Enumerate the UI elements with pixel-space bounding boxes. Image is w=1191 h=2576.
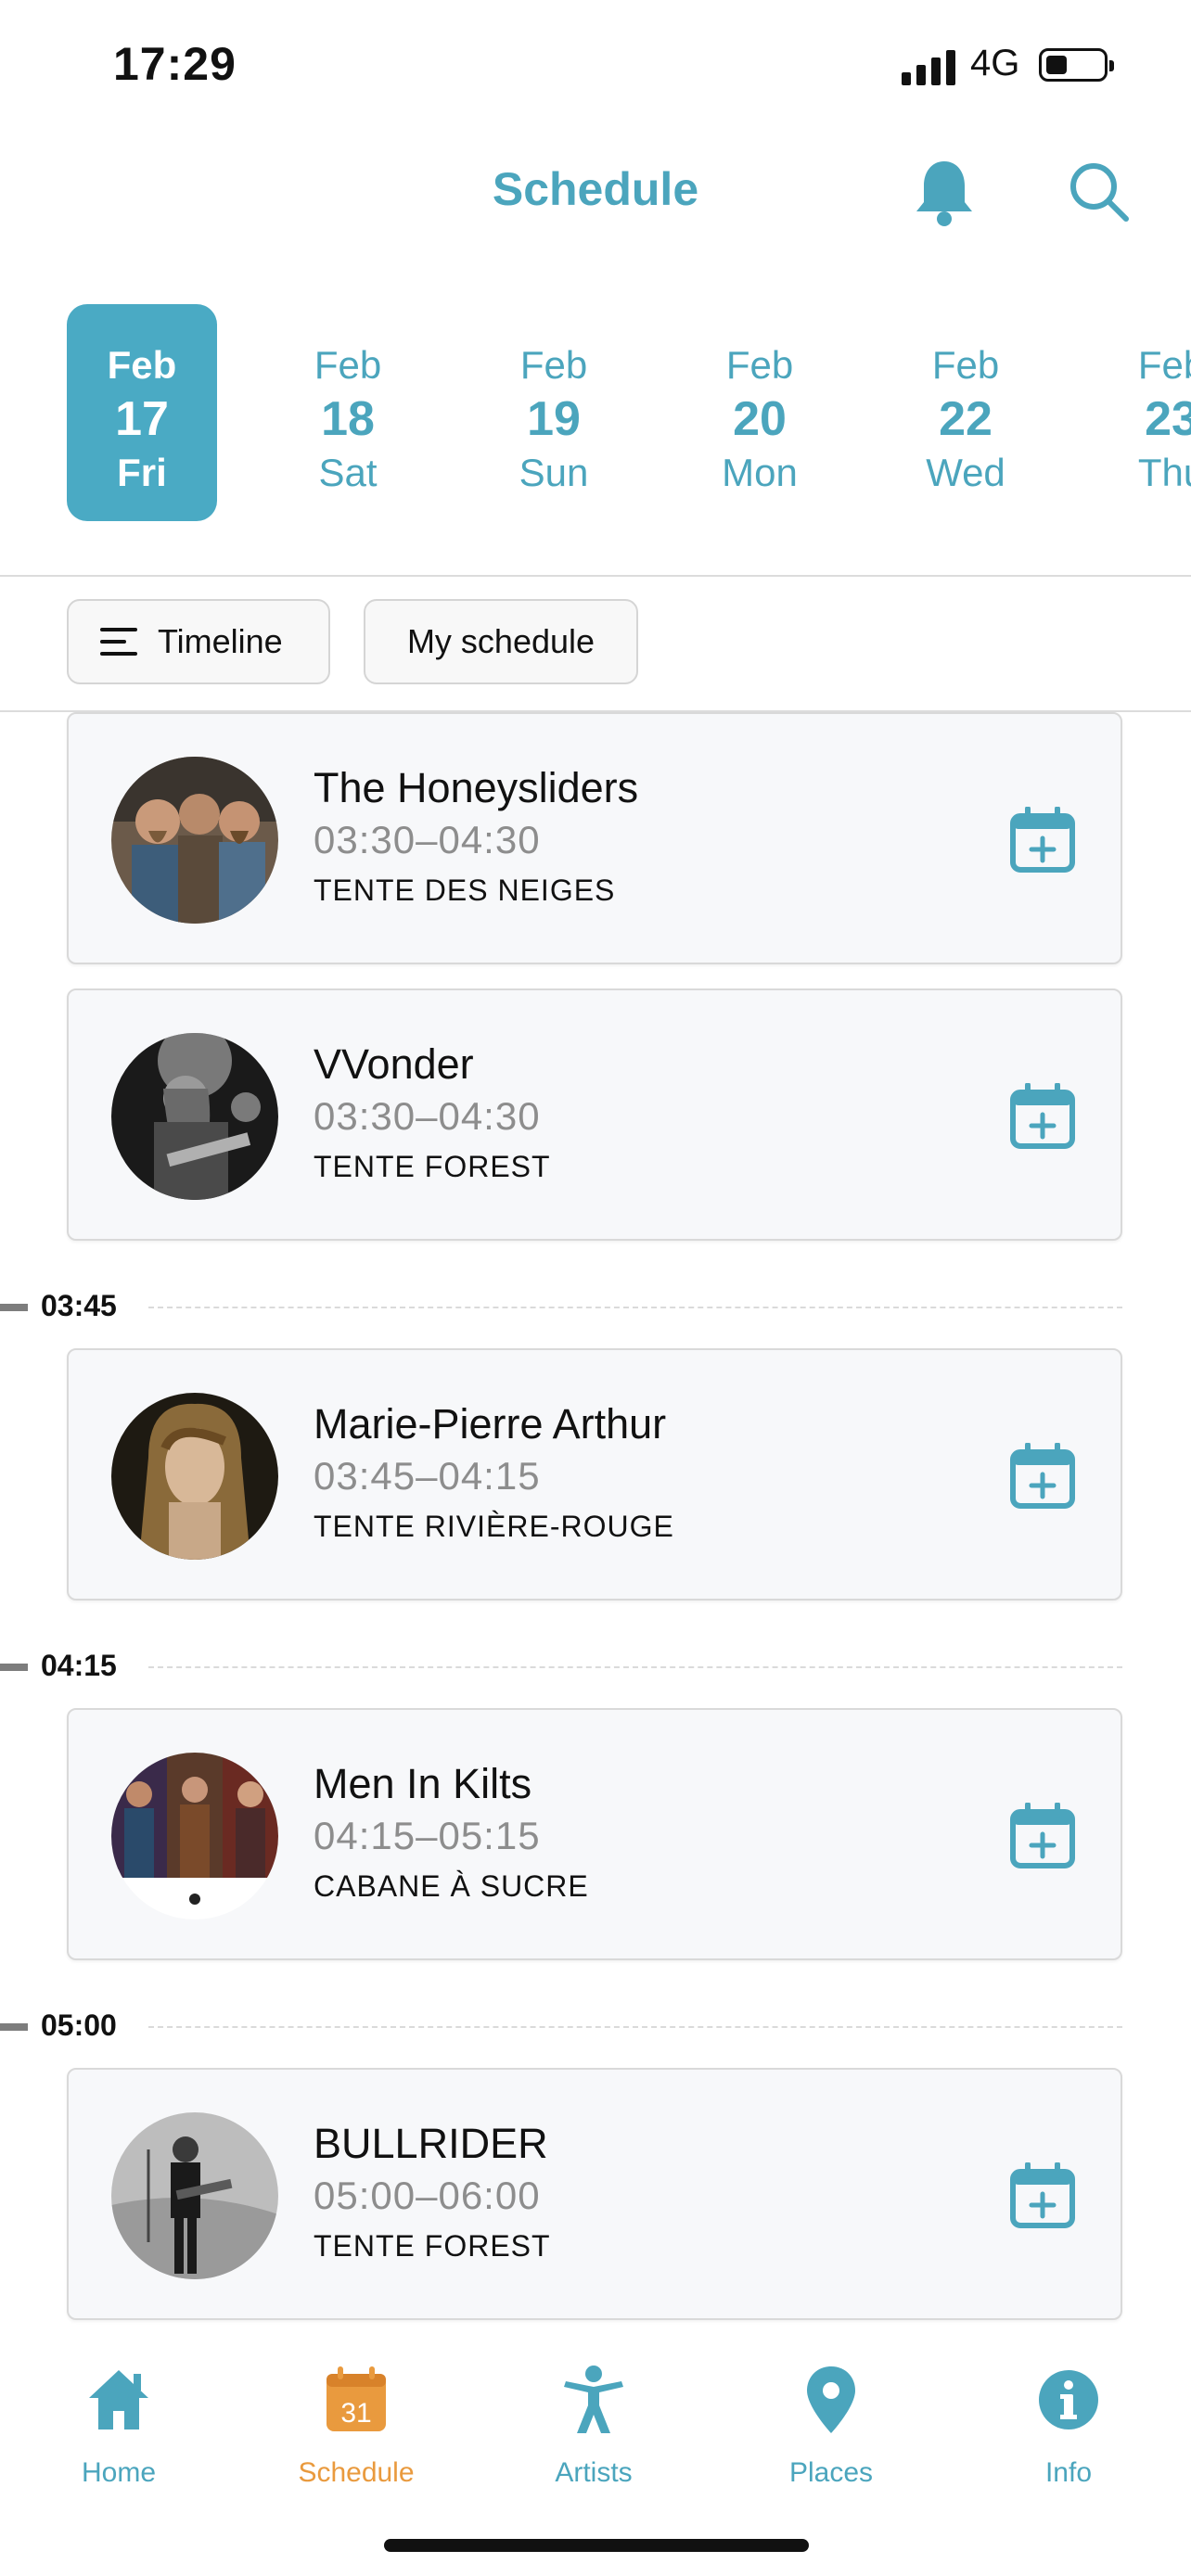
artist-name: VVonder (314, 1040, 474, 1088)
status-time: 17:29 (113, 38, 237, 90)
my-schedule-label: My schedule (406, 622, 596, 660)
time-marker-label: 03:45 (41, 1289, 117, 1322)
date-weekday: Mon (722, 451, 798, 494)
date-selector: Feb 17 Fri Feb 18 Sat Feb 19 Sun Feb 20 … (0, 304, 1191, 523)
event-card[interactable]: VVonder 03:30–04:30 TENTE FOREST (67, 988, 1122, 1241)
time-marker: 05:00 (0, 2007, 1191, 2044)
date-month: Feb (519, 343, 588, 387)
person-icon (564, 2366, 623, 2433)
event-time: 04:15–05:15 (314, 1814, 541, 1857)
divider (0, 575, 1191, 577)
event-card[interactable]: Men In Kilts 04:15–05:15 CABANE À SUCRE (67, 1708, 1122, 1960)
calendar-badge: 31 (340, 2398, 371, 2429)
band-photo (111, 1753, 278, 1919)
date-feb-17[interactable]: Feb 17 Fri (67, 304, 217, 521)
date-feb-22[interactable]: Feb 22 Wed (890, 304, 1041, 521)
event-card[interactable]: Marie-Pierre Arthur 03:45–04:15 TENTE RI… (67, 1348, 1122, 1600)
add-to-calendar-icon[interactable] (1009, 807, 1076, 874)
network-type: 4G (970, 43, 1020, 83)
date-feb-18[interactable]: Feb 18 Sat (273, 304, 423, 521)
artist-name: BULLRIDER (314, 2120, 548, 2167)
date-feb-19[interactable]: Feb 19 Sun (479, 304, 629, 521)
time-marker: 03:45 (0, 1287, 1191, 1324)
event-time: 03:45–04:15 (314, 1454, 541, 1498)
event-venue: TENTE RIVIÈRE-ROUGE (314, 1510, 674, 1543)
band-photo (111, 757, 278, 924)
date-day: 20 (733, 392, 787, 446)
artist-photo (111, 2112, 278, 2279)
tab-label: Places (788, 2457, 874, 2488)
date-weekday: Thu (1137, 451, 1191, 494)
date-weekday: Fri (117, 451, 167, 494)
date-weekday: Sat (318, 451, 378, 494)
date-day: 19 (527, 392, 581, 446)
date-day: 18 (321, 392, 375, 446)
event-card[interactable]: The Honeysliders 03:30–04:30 TENTE DES N… (67, 712, 1122, 964)
tab-info[interactable]: Info (950, 2337, 1187, 2488)
date-day: 23 (1145, 392, 1191, 446)
page-title: Schedule (492, 163, 699, 215)
schedule-list[interactable]: The Honeysliders 03:30–04:30 TENTE DES N… (0, 712, 1191, 2337)
event-venue: TENTE DES NEIGES (314, 874, 616, 907)
date-feb-23[interactable]: Feb 23 Thu (1096, 304, 1191, 521)
date-month: Feb (725, 343, 794, 387)
signal-icon (902, 48, 957, 85)
tab-places[interactable]: Places (712, 2337, 950, 2488)
date-month: Feb (1137, 343, 1191, 387)
add-to-calendar-icon[interactable] (1009, 1083, 1076, 1150)
artist-photo (111, 1393, 278, 1560)
tab-schedule[interactable]: 31 Schedule (237, 2337, 475, 2488)
event-time: 05:00–06:00 (314, 2174, 541, 2217)
time-marker-label: 04:15 (41, 1649, 117, 1682)
my-schedule-button[interactable]: My schedule (364, 599, 638, 684)
battery-icon (1039, 48, 1114, 82)
event-card[interactable]: BULLRIDER 05:00–06:00 TENTE FOREST (67, 2068, 1122, 2320)
band-photo (111, 1033, 278, 1200)
event-venue: CABANE À SUCRE (314, 1869, 589, 1903)
date-month: Feb (931, 343, 1000, 387)
tab-label: Info (1044, 2457, 1093, 2488)
event-time: 03:30–04:30 (314, 818, 541, 861)
date-weekday: Sun (519, 451, 589, 494)
timeline-label: Timeline (158, 622, 283, 660)
date-month: Feb (107, 343, 177, 387)
add-to-calendar-icon[interactable] (1009, 1443, 1076, 1510)
home-icon (89, 2370, 148, 2429)
search-icon[interactable] (1067, 159, 1132, 224)
date-feb-20[interactable]: Feb 20 Mon (685, 304, 835, 521)
date-day: 22 (939, 392, 992, 446)
time-marker-label: 05:00 (41, 2009, 117, 2042)
bell-icon[interactable] (913, 158, 976, 228)
status-bar: 17:29 4G (0, 0, 1191, 130)
artist-name: The Honeysliders (314, 764, 639, 811)
event-venue: TENTE FOREST (314, 2229, 551, 2263)
tab-label: Home (81, 2457, 157, 2488)
tab-artists[interactable]: Artists (475, 2337, 712, 2488)
event-time: 03:30–04:30 (314, 1094, 541, 1138)
add-to-calendar-icon[interactable] (1009, 2162, 1076, 2229)
home-indicator[interactable] (384, 2539, 809, 2552)
map-pin-icon (807, 2366, 855, 2433)
tab-label: Schedule (298, 2457, 415, 2488)
tab-label: Artists (555, 2457, 633, 2488)
date-day: 17 (115, 392, 169, 446)
event-venue: TENTE FOREST (314, 1150, 551, 1183)
time-marker: 04:15 (0, 1647, 1191, 1684)
artist-name: Men In Kilts (314, 1760, 532, 1807)
timeline-button[interactable]: Timeline (67, 599, 330, 684)
date-month: Feb (314, 343, 382, 387)
calendar-icon: 31 (327, 2366, 386, 2431)
date-weekday: Wed (926, 451, 1005, 494)
menu-lines-icon (100, 628, 137, 656)
tab-home[interactable]: Home (0, 2337, 237, 2488)
info-icon (1039, 2370, 1098, 2429)
add-to-calendar-icon[interactable] (1009, 1803, 1076, 1869)
artist-name: Marie-Pierre Arthur (314, 1400, 667, 1447)
